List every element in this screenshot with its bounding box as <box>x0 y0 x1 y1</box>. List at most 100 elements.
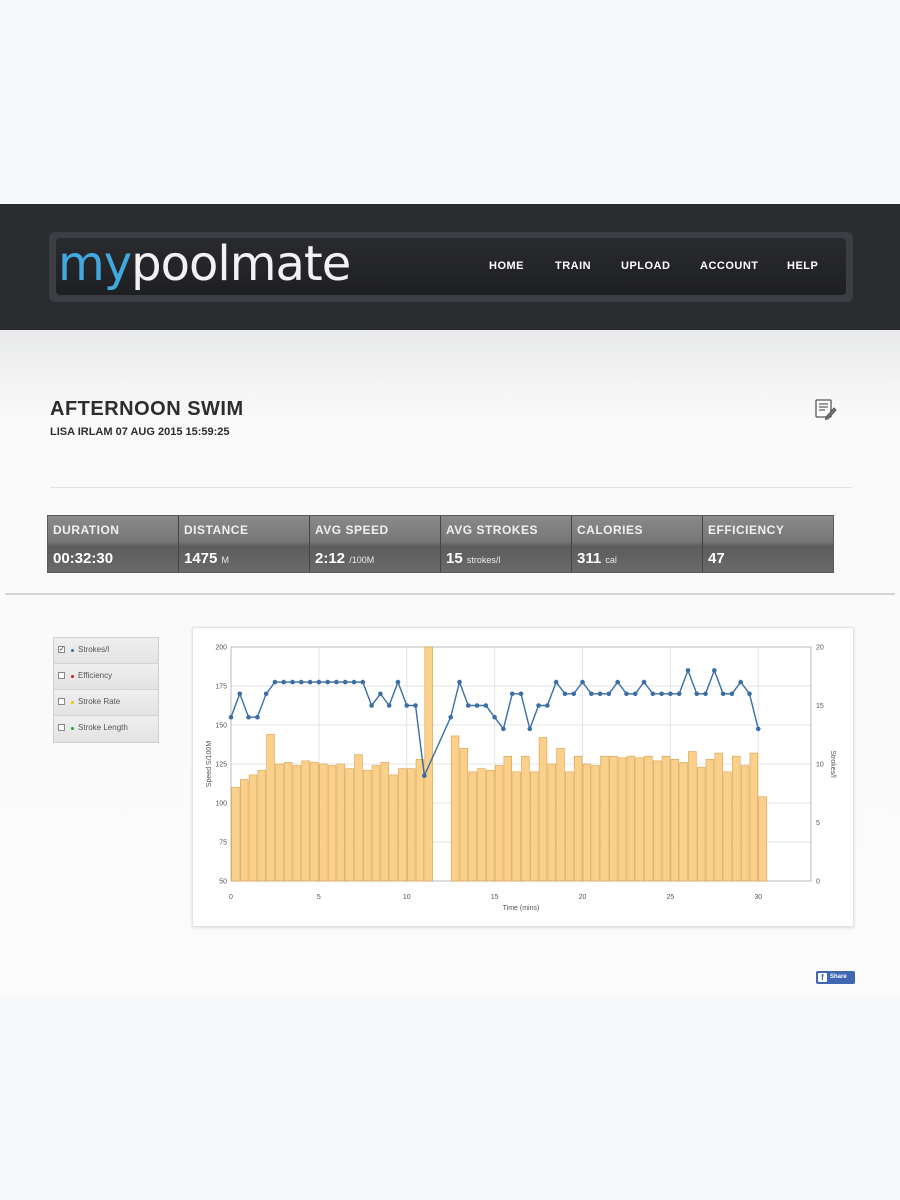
page-title: AFTERNOON SWIM <box>50 398 244 420</box>
strokes-point <box>272 679 278 685</box>
strokes-point <box>685 668 691 673</box>
series-toggle-strokes[interactable]: ✓ Strokes/l <box>54 638 158 664</box>
series-toggle-stroke-rate[interactable]: Stroke Rate <box>54 690 158 716</box>
speed-bar <box>275 763 284 882</box>
strokes-point <box>395 679 401 685</box>
speed-bar <box>231 787 240 882</box>
strokes-point <box>263 691 269 697</box>
speed-bar <box>617 757 627 882</box>
edit-icon[interactable] <box>813 398 837 422</box>
share-label: Share <box>830 974 847 980</box>
strokes-point <box>518 691 524 697</box>
speed-bar <box>310 762 319 882</box>
strokes-point <box>509 691 515 697</box>
checkbox[interactable] <box>58 698 65 705</box>
speed-bar <box>319 763 328 882</box>
chart-card: 50 75 100 125 150 175 200 0 5 10 15 20 0 5 10 15 20 25 30 T… <box>192 627 854 927</box>
strokes-point <box>720 691 726 697</box>
speed-bar <box>565 771 574 882</box>
speed-bar <box>450 735 460 882</box>
speed-bar <box>679 762 688 882</box>
series-dot <box>71 649 74 652</box>
nav-train[interactable]: TRAIN <box>555 260 591 272</box>
series-label: Strokes/l <box>78 645 110 654</box>
strokes-point <box>545 703 550 708</box>
y-tick-label: 175 <box>215 684 227 691</box>
strokes-point <box>351 679 357 685</box>
series-label: Stroke Length <box>78 723 128 732</box>
nav-help[interactable]: HELP <box>787 260 818 272</box>
speed-bar <box>696 766 706 882</box>
y2-tick-label: 15 <box>816 703 824 710</box>
y-tick-label: 200 <box>215 645 227 652</box>
speed-bar <box>371 765 381 882</box>
y-tick-label: 100 <box>215 801 227 808</box>
logo[interactable]: mypoolmate <box>58 234 351 294</box>
speed-bar <box>591 765 600 882</box>
speed-bar <box>749 752 759 882</box>
speed-bar <box>459 748 469 882</box>
stat-number: 1475 <box>184 550 218 567</box>
page: mypoolmate HOME TRAIN UPLOAD ACCOUNT HEL… <box>0 0 900 1200</box>
speed-bar <box>582 763 592 882</box>
strokes-point <box>703 691 708 697</box>
stat-number: 2:12 <box>315 550 346 567</box>
speed-bar <box>600 755 609 882</box>
speed-bar <box>248 774 258 882</box>
speed-strokes-chart[interactable]: 5075100125150175200051015200 5 10 15 20 25 30T… <box>193 628 855 928</box>
x-tick-label: 10 <box>403 894 411 901</box>
x-tick-label: 25 <box>666 894 674 901</box>
edit-icon-svg <box>815 399 837 421</box>
nav-upload[interactable]: UPLOAD <box>621 260 670 272</box>
speed-bar <box>283 762 293 882</box>
stat-distance: DISTANCE 1475 M <box>179 516 310 572</box>
facebook-share-button[interactable]: f Share <box>816 971 855 984</box>
speed-bar <box>494 765 504 882</box>
stat-unit: strokes/l <box>466 555 501 565</box>
y2-tick-label: 0 <box>816 879 820 886</box>
stat-avg-strokes: AVG STROKES 15 strokes/l <box>441 516 572 572</box>
strokes-point <box>615 679 620 685</box>
stat-label: CALORIES <box>577 523 644 537</box>
strokes-point <box>237 691 243 697</box>
speed-bar <box>354 754 363 882</box>
strokes-point <box>378 691 383 697</box>
y-tick-label: 75 <box>219 840 227 847</box>
stat-value: 311 cal <box>577 550 617 567</box>
strokes-point <box>712 668 717 673</box>
strokes-point <box>606 691 612 697</box>
series-dot <box>71 701 74 704</box>
speed-bar <box>512 771 521 882</box>
strokes-point <box>448 714 453 720</box>
strokes-point <box>307 679 313 685</box>
x-axis-title: Time (mins) <box>503 905 540 912</box>
stat-duration: DURATION 00:32:30 <box>48 516 179 572</box>
strokes-point <box>299 679 304 685</box>
checkbox[interactable] <box>58 672 65 679</box>
series-dot <box>71 675 74 678</box>
series-toggle-efficiency[interactable]: Efficiency <box>54 664 158 690</box>
logo-my: my <box>58 236 132 292</box>
strokes-point <box>342 679 348 685</box>
stat-value: 00:32:30 <box>53 550 113 567</box>
series-toggle-stroke-length[interactable]: Stroke Length <box>54 716 158 742</box>
speed-bar <box>538 737 548 882</box>
stat-label: AVG SPEED <box>315 523 389 537</box>
strokes-point <box>422 773 427 778</box>
stats-bar: DURATION 00:32:30 DISTANCE 1475 M AVG SP… <box>47 515 834 573</box>
stat-number: 15 <box>446 550 463 567</box>
nav-account[interactable]: ACCOUNT <box>700 260 759 272</box>
strokes-point <box>290 679 295 685</box>
checkbox[interactable]: ✓ <box>58 646 65 653</box>
speed-bar <box>257 769 266 882</box>
stat-label: DURATION <box>53 523 120 537</box>
strokes-point <box>632 691 638 697</box>
stat-calories: CALORIES 311 cal <box>572 516 703 572</box>
y2-tick-label: 20 <box>816 645 824 652</box>
nav-home[interactable]: HOME <box>489 260 524 272</box>
checkbox[interactable] <box>58 724 65 731</box>
strokes-point <box>360 679 366 685</box>
strokes-point <box>624 691 629 697</box>
y-tick-label: 150 <box>215 723 227 730</box>
stat-label: EFFICIENCY <box>708 523 785 537</box>
